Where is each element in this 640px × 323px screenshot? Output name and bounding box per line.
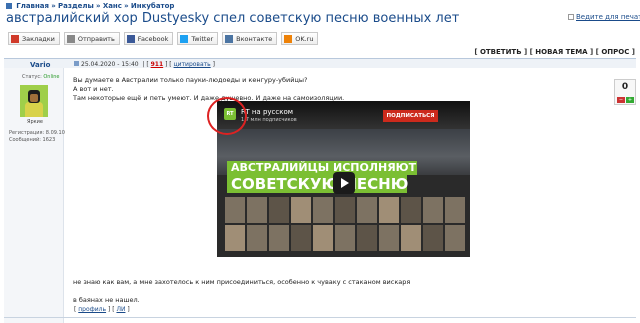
divider — [4, 317, 636, 318]
twitter-icon — [180, 34, 189, 43]
highlight-circle — [207, 97, 247, 135]
share-label: Отправить — [77, 34, 115, 43]
profile-link[interactable]: профиль — [78, 306, 106, 313]
mail-icon — [66, 34, 75, 43]
share-label: Вконтакте — [236, 34, 273, 43]
share-label: Twitter — [191, 34, 214, 43]
post-line: в баянах не нашел. — [73, 296, 140, 304]
share-label: OK.ru — [295, 34, 314, 43]
rating-value: 0 — [621, 82, 629, 92]
share-bookmarks-button[interactable]: Закладки — [8, 32, 60, 45]
channel-name[interactable]: RT на русском — [241, 108, 293, 116]
video-banner-top: АВСТРАЛИЙЦЫ ИСПОЛНЯЮТ — [227, 161, 417, 175]
author-status: Статус: Online — [22, 74, 60, 80]
post-icon — [74, 61, 79, 66]
home-icon — [6, 3, 12, 9]
quote-link[interactable]: цитировать — [174, 61, 211, 68]
pm-link[interactable]: ЛИ — [116, 306, 125, 313]
vk-icon — [225, 34, 234, 43]
share-vk-button[interactable]: Вконтакте — [222, 32, 278, 45]
reply-button[interactable]: ОТВЕТИТЬ — [480, 48, 522, 56]
breadcrumb-sep: » — [124, 2, 129, 10]
share-bar: Закладки Отправить Facebook Twitter Вкон… — [8, 32, 319, 45]
poll-button[interactable]: ОПРОС — [601, 48, 629, 56]
share-label: Закладки — [22, 34, 55, 43]
breadcrumb-sections[interactable]: Разделы — [58, 2, 94, 10]
share-label: Facebook — [137, 34, 169, 43]
avatar[interactable] — [20, 85, 48, 117]
breadcrumb-home[interactable]: Главная — [16, 2, 49, 10]
rate-down-button[interactable]: − — [617, 97, 625, 103]
avatar-body — [25, 102, 43, 117]
topic-actions: [ ОТВЕТИТЬ ] [ НОВАЯ ТЕМА ] [ ОПРОС ] — [474, 48, 635, 56]
youtube-video-embed[interactable]: RT RT на русском 1,7 млн подписчиков ПОД… — [217, 101, 470, 257]
avatar-face — [30, 94, 38, 102]
share-ok-button[interactable]: OK.ru — [281, 32, 319, 45]
author-meta: Регистрация: 8.09.10 Сообщений: 1623 — [9, 130, 65, 144]
breadcrumb: Главная » Разделы » Ханс » Инкубатор — [6, 2, 174, 10]
rate-up-button[interactable]: + — [626, 97, 634, 103]
post-meta: 25.04.2020 - 15:40 | [ 911 ] [ цитироват… — [74, 61, 215, 68]
author-rank: Яркие — [27, 119, 43, 125]
breadcrumb-incubator[interactable]: Инкубатор — [131, 2, 175, 10]
post-rating: 0 − + — [614, 79, 636, 105]
subscribe-button[interactable]: ПОДПИСАТЬСЯ — [383, 110, 438, 122]
breadcrumb-sep: » — [96, 2, 101, 10]
share-facebook-button[interactable]: Facebook — [123, 32, 174, 45]
post-line: Вы думаете в Австралии только пауки-людо… — [73, 76, 308, 84]
print-link[interactable]: Ведите для печати — [576, 13, 640, 21]
author-messages: Сообщений: 1623 — [9, 137, 56, 143]
bookmark-icon — [11, 34, 19, 43]
status-label: Статус: — [22, 74, 42, 80]
breadcrumb-sep: » — [51, 2, 56, 10]
share-send-button[interactable]: Отправить — [63, 32, 120, 45]
share-twitter-button[interactable]: Twitter — [177, 32, 219, 45]
author-registration: Регистрация: 8.09.10 — [9, 130, 65, 136]
print-link-wrap: Ведите для печати — [568, 13, 640, 21]
post-line: не знаю как вам, а мне захотелось к ним … — [73, 278, 411, 286]
status-value: Online — [43, 74, 60, 80]
topic-title: австралийский хор Dustyesky спел советск… — [6, 11, 460, 26]
post-number-link[interactable]: 911 — [151, 61, 164, 68]
new-topic-button[interactable]: НОВАЯ ТЕМА — [535, 48, 587, 56]
play-icon[interactable] — [333, 172, 355, 194]
video-faces-grid — [225, 197, 465, 251]
channel-subscribers: 1,7 млн подписчиков — [241, 117, 297, 123]
ok-icon — [284, 34, 293, 43]
post-date: 25.04.2020 - 15:40 — [81, 61, 139, 68]
post-line: А вот и нет. — [73, 85, 114, 93]
post-footer-links: [ профиль ] [ ЛИ ] — [74, 306, 130, 313]
video-banner-bottom: СОВЕТСКУЮ ПЕСНЮ — [227, 175, 408, 193]
breadcrumb-hans[interactable]: Ханс — [103, 2, 122, 10]
facebook-icon — [126, 34, 135, 43]
print-icon — [568, 14, 574, 20]
